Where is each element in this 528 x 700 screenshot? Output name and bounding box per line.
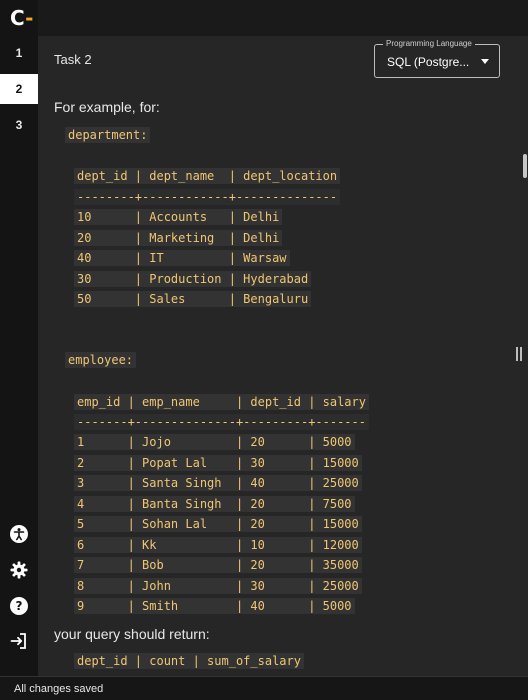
emp-table-separator: -------+--------------+---------+------- [74, 414, 369, 430]
dept-table-separator: --------+------------+-------------- [74, 189, 341, 205]
table-row: 1 | Jojo | 20 | 5000 [74, 434, 355, 450]
top-header [38, 0, 528, 36]
question-tab-2[interactable]: 2 [0, 74, 38, 104]
table-row: 7 | Bob | 20 | 35000 [74, 557, 362, 573]
task-title: Task 2 [54, 52, 92, 67]
table-row: 5 | Sohan Lal | 20 | 15000 [74, 516, 362, 532]
save-status: All changes saved [14, 683, 104, 695]
language-select[interactable]: Programming Language SQL (Postgre... [374, 39, 500, 78]
task-panel: Task 2 Programming Language SQL (Postgre… [38, 36, 528, 676]
table-row: 9 | Smith | 40 | 5000 [74, 598, 355, 614]
table-row: 30 | Production | Hyderabad [74, 271, 312, 287]
table-row: 8 | John | 30 | 25000 [74, 578, 362, 594]
table-row: 10 | Accounts | Delhi [74, 209, 283, 225]
table-row: 4 | Banta Singh | 20 | 7500 [74, 496, 355, 512]
table-row: 3 | Santa Singh | 40 | 25000 [74, 475, 362, 491]
help-icon[interactable]: ? [10, 597, 28, 615]
panel-resize-handle[interactable] [515, 347, 523, 363]
language-value: SQL (Postgre... [387, 55, 470, 69]
intro-text: For example, for: [54, 99, 160, 115]
table-row: 6 | Kk | 10 | 12000 [74, 537, 362, 553]
app-logo: C- [10, 6, 34, 30]
table-row: 50 | Sales | Bengaluru [74, 291, 312, 307]
dept-table-header: dept_id | dept_name | dept_location [74, 168, 341, 184]
result-intro-text: your query should return: [54, 626, 210, 642]
scrollbar-thumb[interactable] [523, 154, 527, 178]
accessibility-icon[interactable] [10, 525, 28, 543]
table-row: 40 | IT | Warsaw [74, 250, 290, 266]
question-tab-3[interactable]: 3 [0, 110, 38, 140]
sidebar: C- 1 2 3 ? [0, 0, 38, 676]
emp-table-header: emp_id | emp_name | dept_id | salary [74, 394, 369, 410]
table-row: 2 | Popat Lal | 30 | 15000 [74, 455, 362, 471]
department-label: department: [65, 127, 151, 143]
table-row: 20 | Marketing | Delhi [74, 230, 283, 246]
chevron-down-icon [481, 59, 489, 64]
result-table-header: dept_id | count | sum_of_salary [74, 653, 304, 669]
question-tab-1[interactable]: 1 [0, 38, 38, 68]
logout-icon[interactable] [10, 632, 28, 650]
status-bar: All changes saved [0, 676, 528, 700]
svg-text:?: ? [16, 599, 23, 613]
language-legend: Programming Language [383, 39, 475, 48]
employee-label: employee: [65, 352, 137, 368]
settings-icon[interactable] [10, 561, 28, 579]
